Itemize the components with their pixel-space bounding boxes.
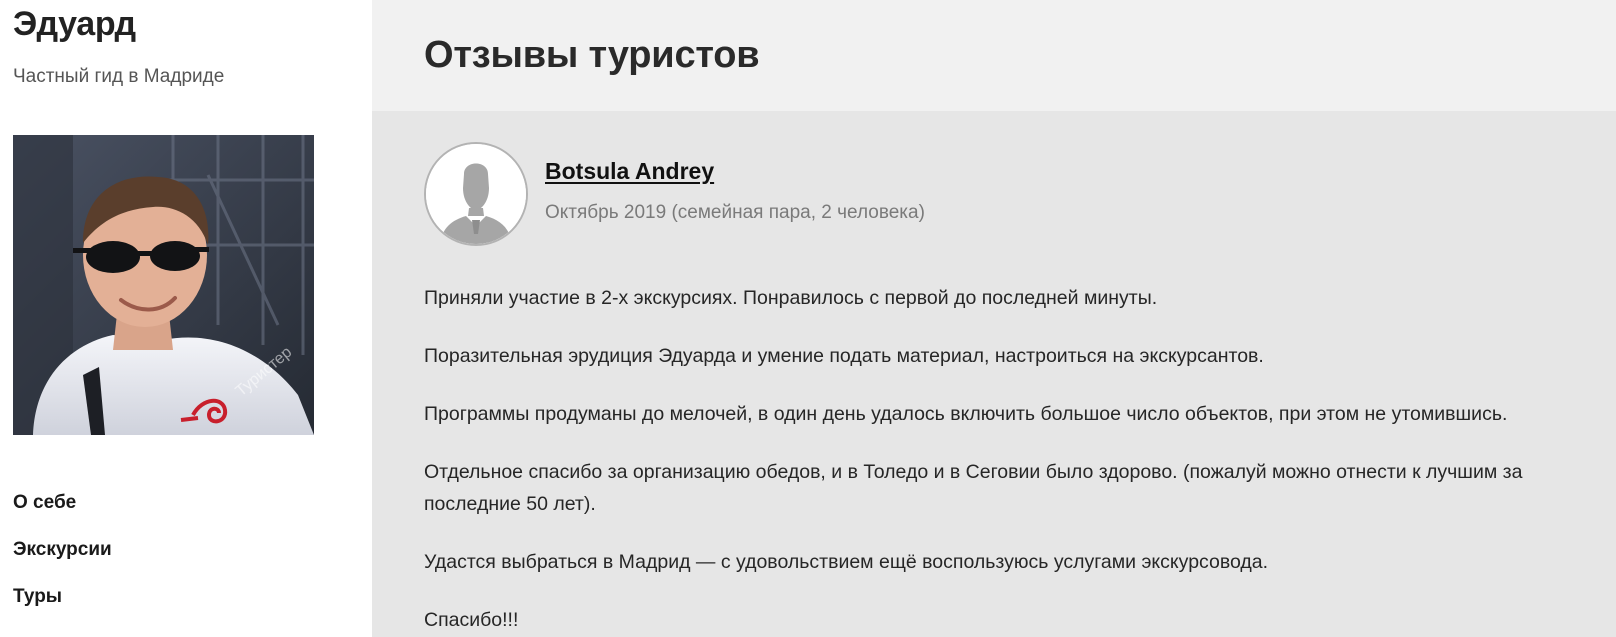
- page-title: Отзывы туристов: [424, 34, 760, 76]
- review-paragraph: Удастся выбраться в Мадрид — с удовольст…: [424, 551, 1269, 573]
- guide-subtitle: Частный гид в Мадриде: [13, 66, 225, 87]
- review-body: Приняли участие в 2-х экскурсиях. Понрав…: [424, 282, 1616, 637]
- review-paragraph: Спасибо!!!: [424, 609, 519, 631]
- review-paragraph: Приняли участие в 2-х экскурсиях. Понрав…: [424, 287, 1158, 309]
- review-paragraph: Программы продуманы до мелочей, в один д…: [424, 403, 1508, 425]
- guide-photo[interactable]: Туристер: [13, 135, 314, 435]
- main-content: Отзывы туристов Botsula Andrey Октябрь 2…: [372, 0, 1616, 637]
- nav-item-excursions[interactable]: Экскурсии: [13, 537, 112, 563]
- page: Эдуард Частный гид в Мадриде Туристер О …: [0, 0, 1616, 637]
- review-paragraph: Поразительная эрудиция Эдуарда и умение …: [424, 345, 1264, 367]
- main-header: Отзывы туристов: [372, 0, 1616, 111]
- nav-item-about[interactable]: О себе: [13, 490, 112, 516]
- user-silhouette-icon: [424, 142, 528, 246]
- sidebar-nav: О себе Экскурсии Туры: [13, 490, 112, 631]
- nav-item-tours[interactable]: Туры: [13, 584, 112, 610]
- guide-name[interactable]: Эдуард: [13, 2, 136, 46]
- review-meta: Октябрь 2019 (семейная пара, 2 человека): [545, 202, 925, 223]
- review-author-link[interactable]: Botsula Andrey: [545, 156, 714, 186]
- sidebar: Эдуард Частный гид в Мадриде Туристер О …: [0, 0, 372, 637]
- review-paragraph: Отдельное спасибо за организацию обедов,…: [424, 461, 1523, 515]
